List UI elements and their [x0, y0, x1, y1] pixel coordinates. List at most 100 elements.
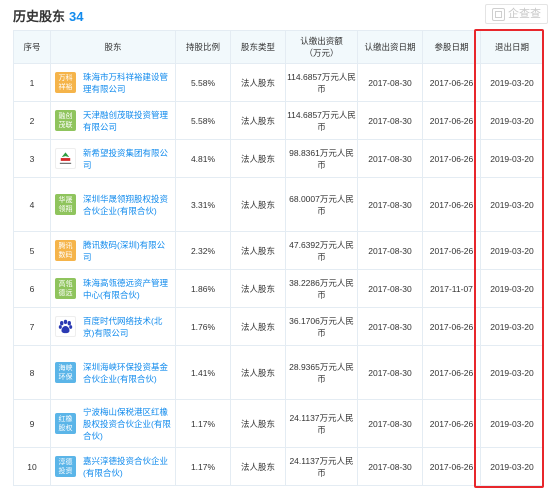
company-logo: 华晟领翔: [55, 194, 76, 215]
col-type-header: 股东类型: [230, 30, 286, 64]
company-logo: 腾讯数码: [55, 240, 76, 261]
subscribed-amount: 47.6392万元人民币: [285, 231, 358, 270]
row-number: 1: [13, 63, 51, 102]
section-title-text: 历史股东: [13, 9, 66, 24]
row-number: 9: [13, 399, 51, 448]
table-row: 10 淳德投资 嘉兴淳德投资合伙企业(有限合伙) 1.17% 法人股东 24.1137万元…: [13, 447, 544, 486]
holding-ratio: 1.41%: [175, 345, 231, 400]
subscription-date: 2017-08-30: [357, 63, 423, 102]
table-row: 7 百度时代网络技术(北京)有限公司 1.76% 法人股东 36.1706万元人民币 20…: [13, 307, 544, 346]
exit-date: 2019-03-20: [480, 345, 544, 400]
join-date: 2017-06-26: [422, 447, 481, 486]
holding-ratio: 5.58%: [175, 63, 231, 102]
shareholder-cell: 海峡环保 深圳海峡环保投资基金合伙企业(有限合伙): [50, 345, 176, 400]
exit-date: 2019-03-20: [480, 139, 544, 178]
join-date: 2017-06-26: [422, 63, 481, 102]
shareholder-type: 法人股东: [230, 345, 286, 400]
subscribed-amount: 68.0007万元人民币: [285, 177, 358, 232]
history-shareholders-table: 序号 股东 持股比例 股东类型 认缴出资额 （万元） 认缴出资日期 参股日期 退出日期 1 万科祥…: [13, 30, 544, 486]
row-number: 4: [13, 177, 51, 232]
shareholder-name-link[interactable]: 百度时代网络技术(北京)有限公司: [83, 315, 175, 339]
subscription-date: 2017-08-30: [357, 345, 423, 400]
shareholder-name-link[interactable]: 珠海高瓴德远资产管理中心(有限合伙): [83, 277, 175, 301]
join-date: 2017-06-26: [422, 177, 481, 232]
holding-ratio: 4.81%: [175, 139, 231, 178]
shareholder-name-link[interactable]: 珠海市万科祥裕建设管理有限公司: [83, 71, 175, 95]
holding-ratio: 1.17%: [175, 399, 231, 448]
subscribed-amount: 38.2286万元人民币: [285, 269, 358, 308]
row-number: 3: [13, 139, 51, 178]
exit-date: 2019-03-20: [480, 63, 544, 102]
shareholder-name-link[interactable]: 宁波梅山保税港区红橡股权投资合伙企业(有限合伙): [83, 406, 175, 442]
subscribed-amount: 24.1137万元人民币: [285, 399, 358, 448]
row-number: 6: [13, 269, 51, 308]
table-row: 3 新希望投资集团有限公司 4.81% 法人股东 98.8361万元人民币 2017-08…: [13, 139, 544, 178]
col-shareholder-header: 股东: [50, 30, 176, 64]
col-no-header: 序号: [13, 30, 51, 64]
shareholder-name-link[interactable]: 天津融创茂联投资管理有限公司: [83, 109, 175, 133]
subscription-date: 2017-08-30: [357, 399, 423, 448]
shareholder-cell: 新希望投资集团有限公司: [50, 139, 176, 178]
baidu-paw-icon: [55, 316, 76, 337]
table-row: 2 融创茂联 天津融创茂联投资管理有限公司 5.58% 法人股东 114.6857万元人民…: [13, 101, 544, 140]
qichacha-logo-icon: [492, 7, 505, 21]
col-ratio-header: 持股比例: [175, 30, 231, 64]
row-number: 7: [13, 307, 51, 346]
shareholder-cell: 融创茂联 天津融创茂联投资管理有限公司: [50, 101, 176, 140]
company-logo: 融创茂联: [55, 110, 76, 131]
shareholder-cell: 腾讯数码 腾讯数码(深圳)有限公司: [50, 231, 176, 270]
subscribed-amount: 114.6857万元人民币: [285, 63, 358, 102]
shareholder-cell: 淳德投资 嘉兴淳德投资合伙企业(有限合伙): [50, 447, 176, 486]
row-number: 8: [13, 345, 51, 400]
new-hope-logo-icon: [55, 148, 76, 169]
shareholder-type: 法人股东: [230, 447, 286, 486]
shareholder-type: 法人股东: [230, 399, 286, 448]
subscription-date: 2017-08-30: [357, 307, 423, 346]
col-sub-date-header: 认缴出资日期: [357, 30, 423, 64]
shareholder-cell: 华晟领翔 深圳华晟领翔股权投资合伙企业(有限合伙): [50, 177, 176, 232]
shareholder-type: 法人股东: [230, 307, 286, 346]
shareholder-type: 法人股东: [230, 231, 286, 270]
holding-ratio: 1.17%: [175, 447, 231, 486]
holding-ratio: 3.31%: [175, 177, 231, 232]
exit-date: 2019-03-20: [480, 231, 544, 270]
company-logo: 淳德投资: [55, 456, 76, 477]
table-row: 8 海峡环保 深圳海峡环保投资基金合伙企业(有限合伙) 1.41% 法人股东 28.936…: [13, 345, 544, 400]
shareholder-name-link[interactable]: 腾讯数码(深圳)有限公司: [83, 239, 175, 263]
row-number: 2: [13, 101, 51, 140]
shareholder-name-link[interactable]: 嘉兴淳德投资合伙企业(有限合伙): [83, 455, 175, 479]
shareholder-type: 法人股东: [230, 101, 286, 140]
company-logo: 红橡股权: [55, 413, 76, 434]
table-row: 4 华晟领翔 深圳华晟领翔股权投资合伙企业(有限合伙) 3.31% 法人股东 68.000…: [13, 177, 544, 232]
shareholder-name-link[interactable]: 新希望投资集团有限公司: [83, 147, 175, 171]
join-date: 2017-06-26: [422, 101, 481, 140]
subscribed-amount: 24.1137万元人民币: [285, 447, 358, 486]
section-header: 历史股东 34 企查查: [0, 0, 558, 28]
exit-date: 2019-03-20: [480, 177, 544, 232]
join-date: 2017-06-26: [422, 345, 481, 400]
shareholder-name-link[interactable]: 深圳华晟领翔股权投资合伙企业(有限合伙): [83, 193, 175, 217]
shareholder-name-link[interactable]: 深圳海峡环保投资基金合伙企业(有限合伙): [83, 361, 175, 385]
subscribed-amount: 98.8361万元人民币: [285, 139, 358, 178]
subscription-date: 2017-08-30: [357, 447, 423, 486]
shareholder-cell: 万科祥裕 珠海市万科祥裕建设管理有限公司: [50, 63, 176, 102]
join-date: 2017-06-26: [422, 231, 481, 270]
company-logo: 海峡环保: [55, 362, 76, 383]
holding-ratio: 5.58%: [175, 101, 231, 140]
subscription-date: 2017-08-30: [357, 177, 423, 232]
join-date: 2017-06-26: [422, 399, 481, 448]
company-logo: 万科祥裕: [55, 72, 76, 93]
row-number: 5: [13, 231, 51, 270]
section-title: 历史股东 34: [13, 6, 83, 25]
subscribed-amount: 28.9365万元人民币: [285, 345, 358, 400]
subscribed-amount: 114.6857万元人民币: [285, 101, 358, 140]
exit-date: 2019-03-20: [480, 101, 544, 140]
row-number: 10: [13, 447, 51, 486]
holding-ratio: 1.76%: [175, 307, 231, 346]
shareholder-type: 法人股东: [230, 269, 286, 308]
join-date: 2017-06-26: [422, 307, 481, 346]
col-exit-date-header: 退出日期: [480, 30, 544, 64]
exit-date: 2019-03-20: [480, 447, 544, 486]
join-date: 2017-06-26: [422, 139, 481, 178]
col-amount-header: 认缴出资额 （万元）: [285, 30, 358, 64]
